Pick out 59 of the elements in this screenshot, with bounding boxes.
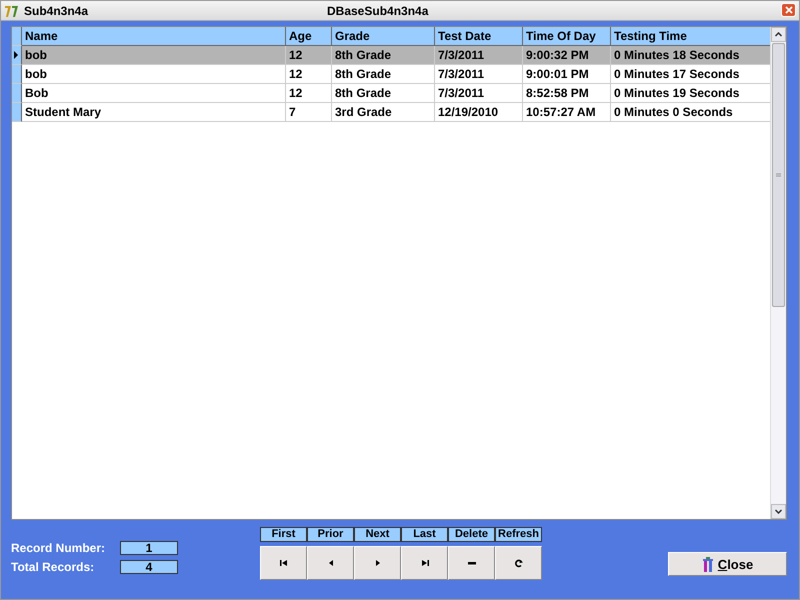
last-record-icon [420,558,430,568]
header-corner [12,27,22,46]
grip-icon [776,172,781,178]
next-button[interactable] [354,546,401,580]
scroll-down-icon [775,509,782,514]
table-cell: 7/3/2011 [435,65,523,84]
button-caption: Delete [448,527,495,542]
table-cell: 8:52:58 PM [523,84,611,103]
close-icon[interactable] [781,3,796,17]
close-button[interactable]: Close [668,552,787,576]
table-cell: 12 [286,46,332,65]
delete-button[interactable] [448,546,495,580]
row-selector[interactable] [12,46,22,65]
table-cell: Bob [22,84,286,103]
field-label: Total Records: [11,560,96,574]
table-cell: 9:00:01 PM [523,65,611,84]
vertical-scrollbar[interactable] [770,27,786,519]
value-field: 4 [120,560,178,574]
column-header[interactable]: Name [22,27,286,46]
table-cell: 12 [286,65,332,84]
column-header[interactable]: Grade [332,27,435,46]
first-record-icon [278,558,288,568]
table-cell: 10:57:27 AM [523,103,611,122]
table-cell: 7 [286,103,332,122]
button-caption: First [260,527,307,542]
button-caption: Refresh [495,527,542,542]
value-field: 1 [120,541,178,555]
table-cell: 12/19/2010 [435,103,523,122]
refresh-icon [514,558,524,568]
current-row-icon [14,51,18,59]
table-cell: 7/3/2011 [435,84,523,103]
table-cell: 12 [286,84,332,103]
table-cell: bob [22,46,286,65]
table-cell: 3rd Grade [332,103,435,122]
window-title: Sub4n3n4a [24,4,88,18]
column-header[interactable]: Testing Time [611,27,770,46]
table-cell: 9:00:32 PM [523,46,611,65]
last-button[interactable] [401,546,448,580]
prior-button[interactable] [307,546,354,580]
exit-door-icon [702,556,714,572]
table-cell: 8th Grade [332,46,435,65]
field-label: Record Number: [11,541,106,555]
button-caption: Last [401,527,448,542]
scroll-up-icon [775,32,782,37]
first-button[interactable] [260,546,307,580]
column-header[interactable]: Age [286,27,332,46]
button-caption: Next [354,527,401,542]
app-logo-icon [4,4,20,18]
column-header[interactable]: Time Of Day [523,27,611,46]
column-header[interactable]: Test Date [435,27,523,46]
table-cell: Student Mary [22,103,286,122]
table-cell: 8th Grade [332,84,435,103]
button-caption: Prior [307,527,354,542]
table-cell: 0 Minutes 18 Seconds [611,46,770,65]
table-cell: 7/3/2011 [435,46,523,65]
window-caption: DBaseSub4n3n4a [327,4,428,18]
table-cell: 8th Grade [332,65,435,84]
refresh-button[interactable] [495,546,542,580]
table-cell: bob [22,65,286,84]
